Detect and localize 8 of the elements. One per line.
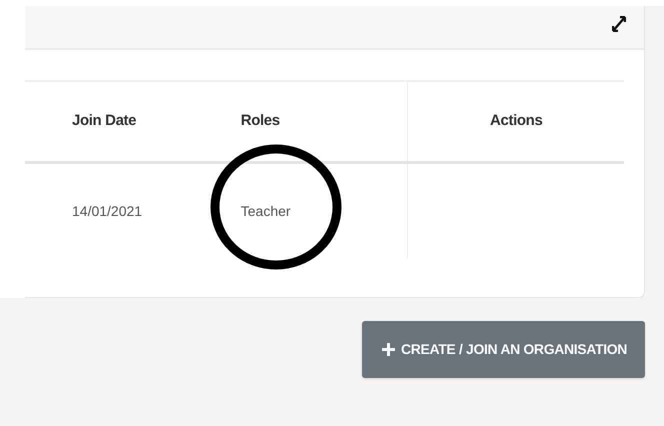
create-organisation-button[interactable]: CREATE / JOIN AN ORGANISATION [362,321,645,378]
table-cell-text: Teacher [240,202,291,220]
column-header: Actions [490,111,542,132]
plus-icon [382,343,395,356]
expand-icon[interactable] [612,16,626,32]
table-cell-text: 14/01/2021 [72,202,142,220]
column-header: Join Date [72,111,136,132]
column-header: Roles [240,111,280,132]
